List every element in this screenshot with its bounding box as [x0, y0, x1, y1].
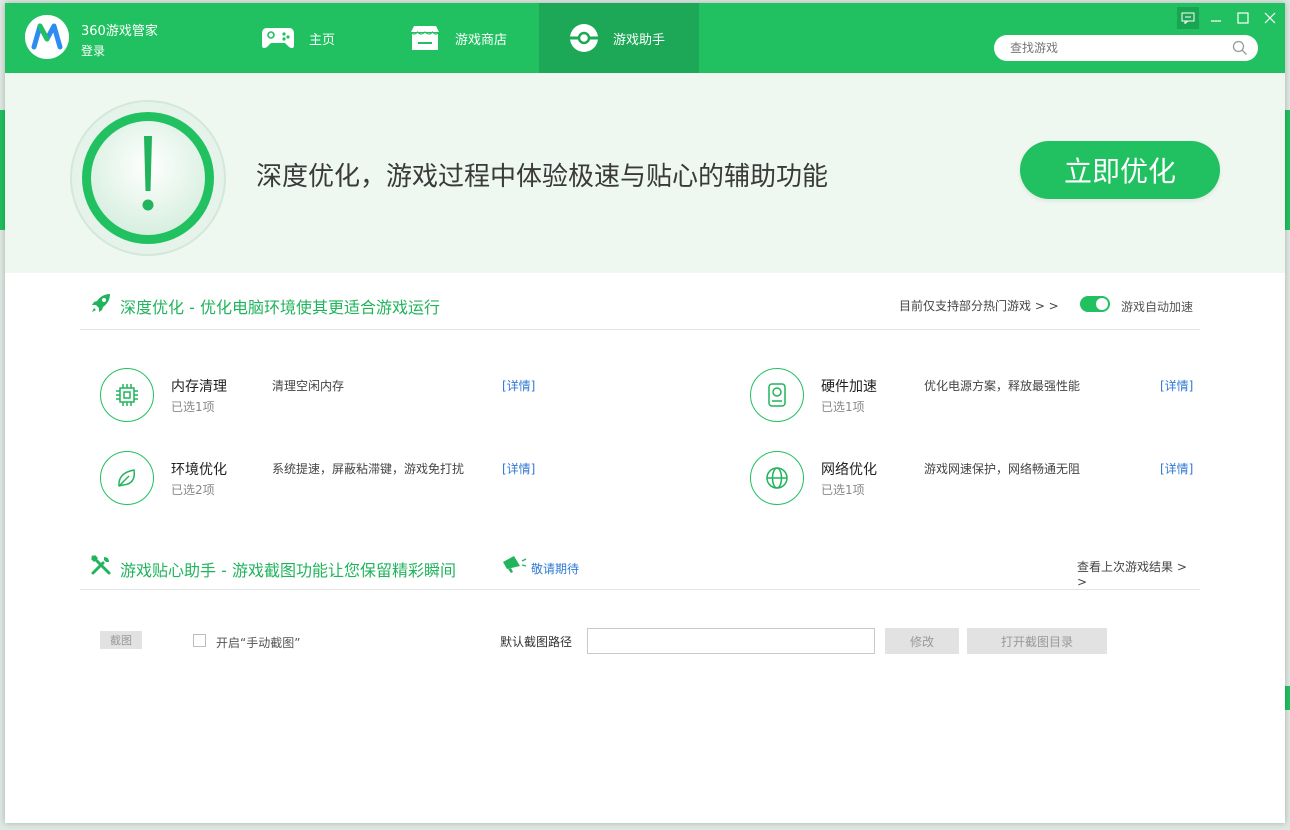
feedback-button[interactable] — [1177, 7, 1199, 29]
screenshot-path-label: 默认截图路径 — [500, 635, 573, 649]
item-name: 网络优化 — [821, 462, 877, 478]
optimize-now-button[interactable]: 立即优化 — [1020, 141, 1220, 199]
details-link[interactable]: [详情] — [1160, 460, 1193, 477]
exclamation-icon — [69, 99, 227, 257]
coming-soon-label: 敬请期待 — [531, 562, 580, 576]
tab-home[interactable]: 主页 — [261, 3, 361, 73]
search-icon[interactable] — [1232, 40, 1248, 59]
screenshot-button[interactable]: 截图 — [100, 631, 142, 649]
feedback-icon — [1181, 9, 1195, 28]
tab-game-assistant-label: 游戏助手 — [613, 32, 666, 48]
banner-headline: 深度优化，游戏过程中体验极速与贴心的辅助功能 — [256, 162, 829, 192]
rocket-icon — [90, 292, 112, 318]
megaphone-icon — [500, 553, 528, 579]
item-description: 游戏网速保护，网络畅通无阻 — [924, 462, 1081, 476]
game-assistant-header: 游戏贴心助手 - 游戏截图功能让您保留精彩瞬间 敬请期待 查看上次游戏结果 > … — [80, 537, 1200, 590]
search-input[interactable] — [1008, 40, 1228, 56]
screenshot-path-input[interactable] — [587, 628, 875, 654]
item-name: 内存清理 — [171, 379, 227, 395]
item-selected-count: 已选1项 — [821, 483, 865, 497]
game-assistant-title: 游戏贴心助手 - 游戏截图功能让您保留精彩瞬间 — [120, 561, 456, 580]
tab-home-label: 主页 — [309, 32, 336, 48]
tab-store[interactable]: 游戏商店 — [409, 3, 539, 73]
modify-path-button[interactable]: 修改 — [885, 628, 959, 654]
item-description: 清理空闲内存 — [272, 379, 345, 393]
item-name: 环境优化 — [171, 462, 227, 478]
details-link[interactable]: [详情] — [1160, 377, 1193, 394]
globe-icon — [750, 451, 804, 505]
maximize-button[interactable] — [1232, 7, 1254, 29]
opt-item-environment: 环境优化 已选2项 系统提速，屏蔽粘滞键，游戏免打扰 [详情] — [100, 451, 740, 511]
optimize-banner: 深度优化，游戏过程中体验极速与贴心的辅助功能 立即优化 — [5, 73, 1285, 273]
background-window-edge — [1285, 110, 1290, 230]
opt-item-network: 网络优化 已选1项 游戏网速保护，网络畅通无阻 [详情] — [750, 451, 1290, 511]
deep-optimize-title: 深度优化 - 优化电脑环境使其更适合游戏运行 — [120, 298, 440, 317]
tab-game-assistant[interactable]: 游戏助手 — [539, 3, 699, 73]
auto-accelerate-label: 游戏自动加速 — [1121, 300, 1194, 314]
manual-screenshot-checkbox[interactable] — [193, 634, 206, 647]
item-description: 系统提速，屏蔽粘滞键，游戏免打扰 — [272, 462, 465, 476]
tab-store-label: 游戏商店 — [455, 32, 508, 48]
item-description: 优化电源方案，释放最强性能 — [924, 379, 1081, 393]
gamepad-icon — [261, 25, 295, 51]
opt-item-memory: 内存清理 已选1项 清理空闲内存 [详情] — [100, 368, 740, 428]
store-icon — [409, 24, 441, 52]
minimize-icon — [1210, 9, 1222, 28]
login-link[interactable]: 登录 — [81, 42, 105, 59]
open-screenshot-dir-button[interactable]: 打开截图目录 — [967, 628, 1107, 654]
search-box — [994, 35, 1258, 61]
minimize-button[interactable] — [1205, 7, 1227, 29]
pokeball-icon — [569, 23, 599, 53]
leaf-icon — [100, 451, 154, 505]
manual-screenshot-label: 开启“手动截图” — [216, 636, 301, 650]
item-selected-count: 已选1项 — [171, 400, 215, 414]
brand-name: 360游戏管家 — [81, 24, 158, 39]
title-bar: 360游戏管家 登录 主页 游戏商店 游戏助手 查找游戏 — [5, 3, 1285, 73]
opt-item-hardware: 硬件加速 已选1项 优化电源方案，释放最强性能 [详情] — [750, 368, 1290, 428]
maximize-icon — [1237, 9, 1249, 28]
app-logo — [25, 15, 69, 59]
item-selected-count: 已选1项 — [821, 400, 865, 414]
game-manager-window: 360游戏管家 登录 主页 游戏商店 游戏助手 查找游戏 深度优化，游戏过程中体… — [5, 3, 1285, 823]
details-link[interactable]: [详情] — [502, 377, 535, 394]
auto-accelerate-toggle[interactable] — [1080, 296, 1110, 312]
last-game-result-link[interactable]: 查看上次游戏结果 > > — [1077, 558, 1200, 589]
harddisk-icon — [750, 368, 804, 422]
chip-icon — [100, 368, 154, 422]
background-window-edge — [1285, 686, 1290, 710]
close-icon — [1264, 9, 1276, 28]
item-selected-count: 已选2项 — [171, 483, 215, 497]
supported-games-link[interactable]: 目前仅支持部分热门游戏 > > — [899, 297, 1059, 314]
tools-icon — [90, 554, 112, 580]
details-link[interactable]: [详情] — [502, 460, 535, 477]
close-button[interactable] — [1259, 7, 1281, 29]
item-name: 硬件加速 — [821, 379, 877, 395]
deep-optimize-header: 深度优化 - 优化电脑环境使其更适合游戏运行 目前仅支持部分热门游戏 > > 游… — [80, 277, 1200, 330]
